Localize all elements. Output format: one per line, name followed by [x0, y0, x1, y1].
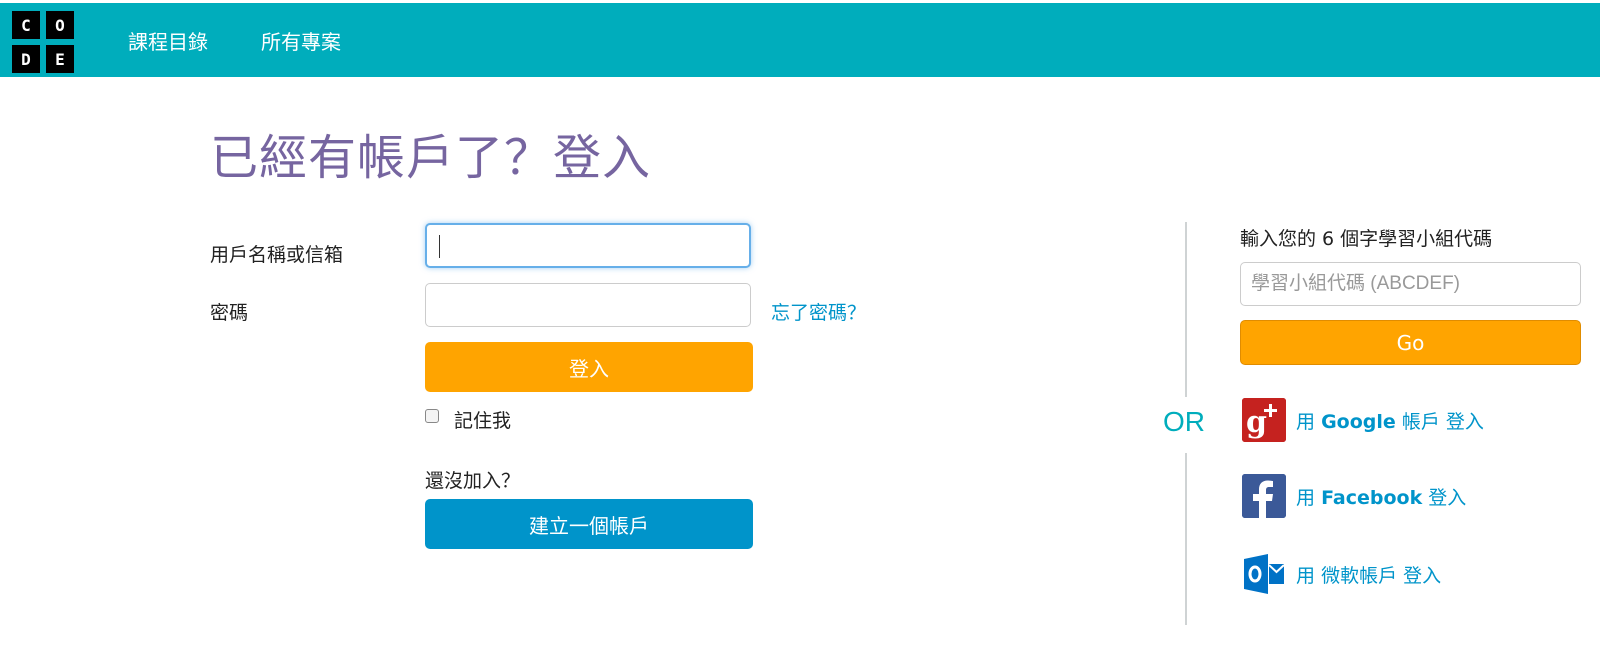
section-code-input[interactable]: [1240, 262, 1581, 306]
facebook-icon: [1242, 474, 1286, 518]
or-separator: OR: [1163, 406, 1205, 437]
google-signin-link[interactable]: g 用 Google 帳戶 登入: [1242, 398, 1484, 442]
vertical-divider-bottom: [1185, 453, 1187, 625]
nav-all-projects[interactable]: 所有專案: [261, 3, 341, 77]
google-plus-icon: g: [1242, 398, 1286, 442]
google-signin-text: 用 Google 帳戶 登入: [1296, 410, 1484, 433]
logo-letter: C: [12, 11, 40, 39]
facebook-signin-link[interactable]: 用 Facebook 登入: [1242, 474, 1466, 518]
text-caret: [439, 235, 440, 258]
code-org-logo[interactable]: C O D E: [12, 11, 74, 73]
password-input[interactable]: [425, 283, 751, 327]
not-joined-text: 還沒加入？: [425, 470, 521, 492]
vertical-divider-top: [1185, 222, 1187, 397]
username-input[interactable]: [425, 223, 751, 268]
logo-letter: E: [46, 45, 74, 73]
logo-letter: D: [12, 45, 40, 73]
section-code-label: 輸入您的 6 個字學習小組代碼: [1240, 228, 1493, 250]
microsoft-signin-text: 用 微軟帳戶 登入: [1296, 564, 1442, 587]
logo-letter: O: [46, 11, 74, 39]
page-title: 已經有帳戶了？登入: [210, 130, 652, 186]
go-button[interactable]: Go: [1240, 320, 1581, 365]
outlook-icon: [1242, 552, 1286, 596]
facebook-signin-text: 用 Facebook 登入: [1296, 486, 1467, 509]
username-label: 用戶名稱或信箱: [210, 244, 344, 266]
login-button[interactable]: 登入: [425, 342, 753, 392]
password-label: 密碼: [210, 302, 249, 324]
forgot-password-link[interactable]: 忘了密碼？: [771, 298, 866, 325]
top-nav-bar: C O D E 課程目錄 所有專案: [0, 3, 1600, 77]
svg-text:g: g: [1246, 405, 1267, 440]
remember-me-checkbox[interactable]: [425, 409, 439, 423]
microsoft-signin-link[interactable]: 用 微軟帳戶 登入: [1242, 552, 1441, 596]
remember-me-label: 記住我: [454, 410, 512, 432]
nav-course-catalog[interactable]: 課程目錄: [128, 3, 208, 77]
create-account-button[interactable]: 建立一個帳戶: [425, 499, 753, 549]
